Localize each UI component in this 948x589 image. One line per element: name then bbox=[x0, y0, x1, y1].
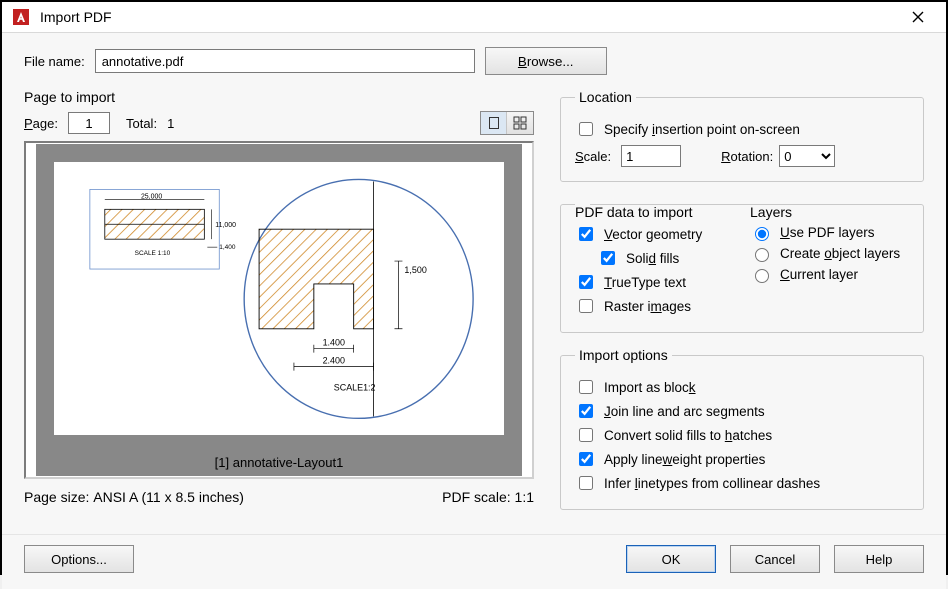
solid-fills-checkbox[interactable]: Solid fills bbox=[597, 248, 734, 268]
ok-button[interactable]: OK bbox=[626, 545, 716, 573]
filename-input[interactable] bbox=[95, 49, 475, 73]
dim-1400s: 1,400 bbox=[219, 244, 236, 251]
view-toggle bbox=[480, 111, 534, 135]
single-page-view-icon[interactable] bbox=[481, 112, 507, 134]
scale-label: Scale: bbox=[575, 149, 611, 164]
page-number-input[interactable] bbox=[68, 112, 110, 134]
pdfscale-label: PDF scale: bbox=[442, 489, 510, 505]
titlebar: Import PDF bbox=[2, 2, 946, 33]
use-pdf-layers-radio[interactable]: Use PDF layers bbox=[750, 224, 909, 241]
scale-input[interactable] bbox=[621, 145, 681, 167]
pdfscale-value: 1:1 bbox=[515, 489, 534, 505]
app-icon bbox=[12, 8, 30, 26]
raster-images-checkbox[interactable]: Raster images bbox=[575, 296, 734, 316]
close-button[interactable] bbox=[898, 2, 938, 32]
window-title: Import PDF bbox=[40, 9, 112, 25]
preview-drawing: 25,000 11,000 SCALE 1:10 1,400 bbox=[60, 168, 498, 430]
truetype-text-checkbox[interactable]: TrueType text bbox=[575, 272, 734, 292]
specify-insertion-checkbox[interactable]: Specify insertion point on-screen bbox=[575, 119, 909, 139]
create-object-layers-radio[interactable]: Create object layers bbox=[750, 245, 909, 262]
current-layer-radio[interactable]: Current layer bbox=[750, 266, 909, 283]
layers-title: Layers bbox=[750, 204, 909, 220]
total-label: Total: bbox=[126, 116, 157, 131]
help-button[interactable]: Help bbox=[834, 545, 924, 573]
dim-2400: 2.400 bbox=[323, 355, 345, 365]
dim-1500: 1,500 bbox=[404, 265, 426, 275]
preview-frame: 25,000 11,000 SCALE 1:10 1,400 bbox=[24, 141, 534, 479]
convert-fills-checkbox[interactable]: Convert solid fills to hatches bbox=[575, 425, 909, 445]
dim-25000: 25,000 bbox=[141, 193, 162, 200]
location-title: Location bbox=[575, 89, 636, 105]
import-as-block-checkbox[interactable]: Import as block bbox=[575, 377, 909, 397]
scale-110-label: SCALE 1:10 bbox=[135, 250, 171, 257]
location-group: Location Specify insertion point on-scre… bbox=[560, 89, 924, 182]
preview-caption: [1] annotative-Layout1 bbox=[36, 449, 522, 476]
filename-label: File name: bbox=[24, 54, 85, 69]
apply-lineweight-checkbox[interactable]: Apply lineweight properties bbox=[575, 449, 909, 469]
rotation-select[interactable]: 0 bbox=[779, 145, 835, 167]
cancel-button[interactable]: Cancel bbox=[730, 545, 820, 573]
infer-linetypes-checkbox[interactable]: Infer linetypes from collinear dashes bbox=[575, 473, 909, 493]
browse-label-rest: rowse... bbox=[527, 54, 574, 69]
import-options-group: Import options Import as block Join line… bbox=[560, 347, 924, 510]
dim-1400: 1.400 bbox=[323, 337, 345, 347]
browse-button[interactable]: Browse... bbox=[485, 47, 607, 75]
page-to-import-title: Page to import bbox=[24, 89, 534, 105]
pdf-data-title: PDF data to import bbox=[575, 204, 734, 220]
options-button[interactable]: Options... bbox=[24, 545, 134, 573]
rotation-label: Rotation: bbox=[721, 149, 773, 164]
dim-11000: 11,000 bbox=[215, 222, 236, 229]
total-value: 1 bbox=[167, 116, 174, 131]
pagesize-label: Page size: bbox=[24, 489, 89, 505]
vector-geometry-checkbox[interactable]: Vector geometry bbox=[575, 224, 734, 244]
pdf-data-layers-group: x PDF data to import Vector geometry Sol… bbox=[560, 196, 924, 333]
scale-12-label: SCALE1:2 bbox=[334, 382, 376, 392]
multi-page-view-icon[interactable] bbox=[507, 112, 533, 134]
import-options-title: Import options bbox=[575, 347, 672, 363]
page-label: Page: bbox=[24, 116, 58, 131]
join-segments-checkbox[interactable]: Join line and arc segments bbox=[575, 401, 909, 421]
pagesize-value: ANSI A (11 x 8.5 inches) bbox=[93, 489, 244, 505]
